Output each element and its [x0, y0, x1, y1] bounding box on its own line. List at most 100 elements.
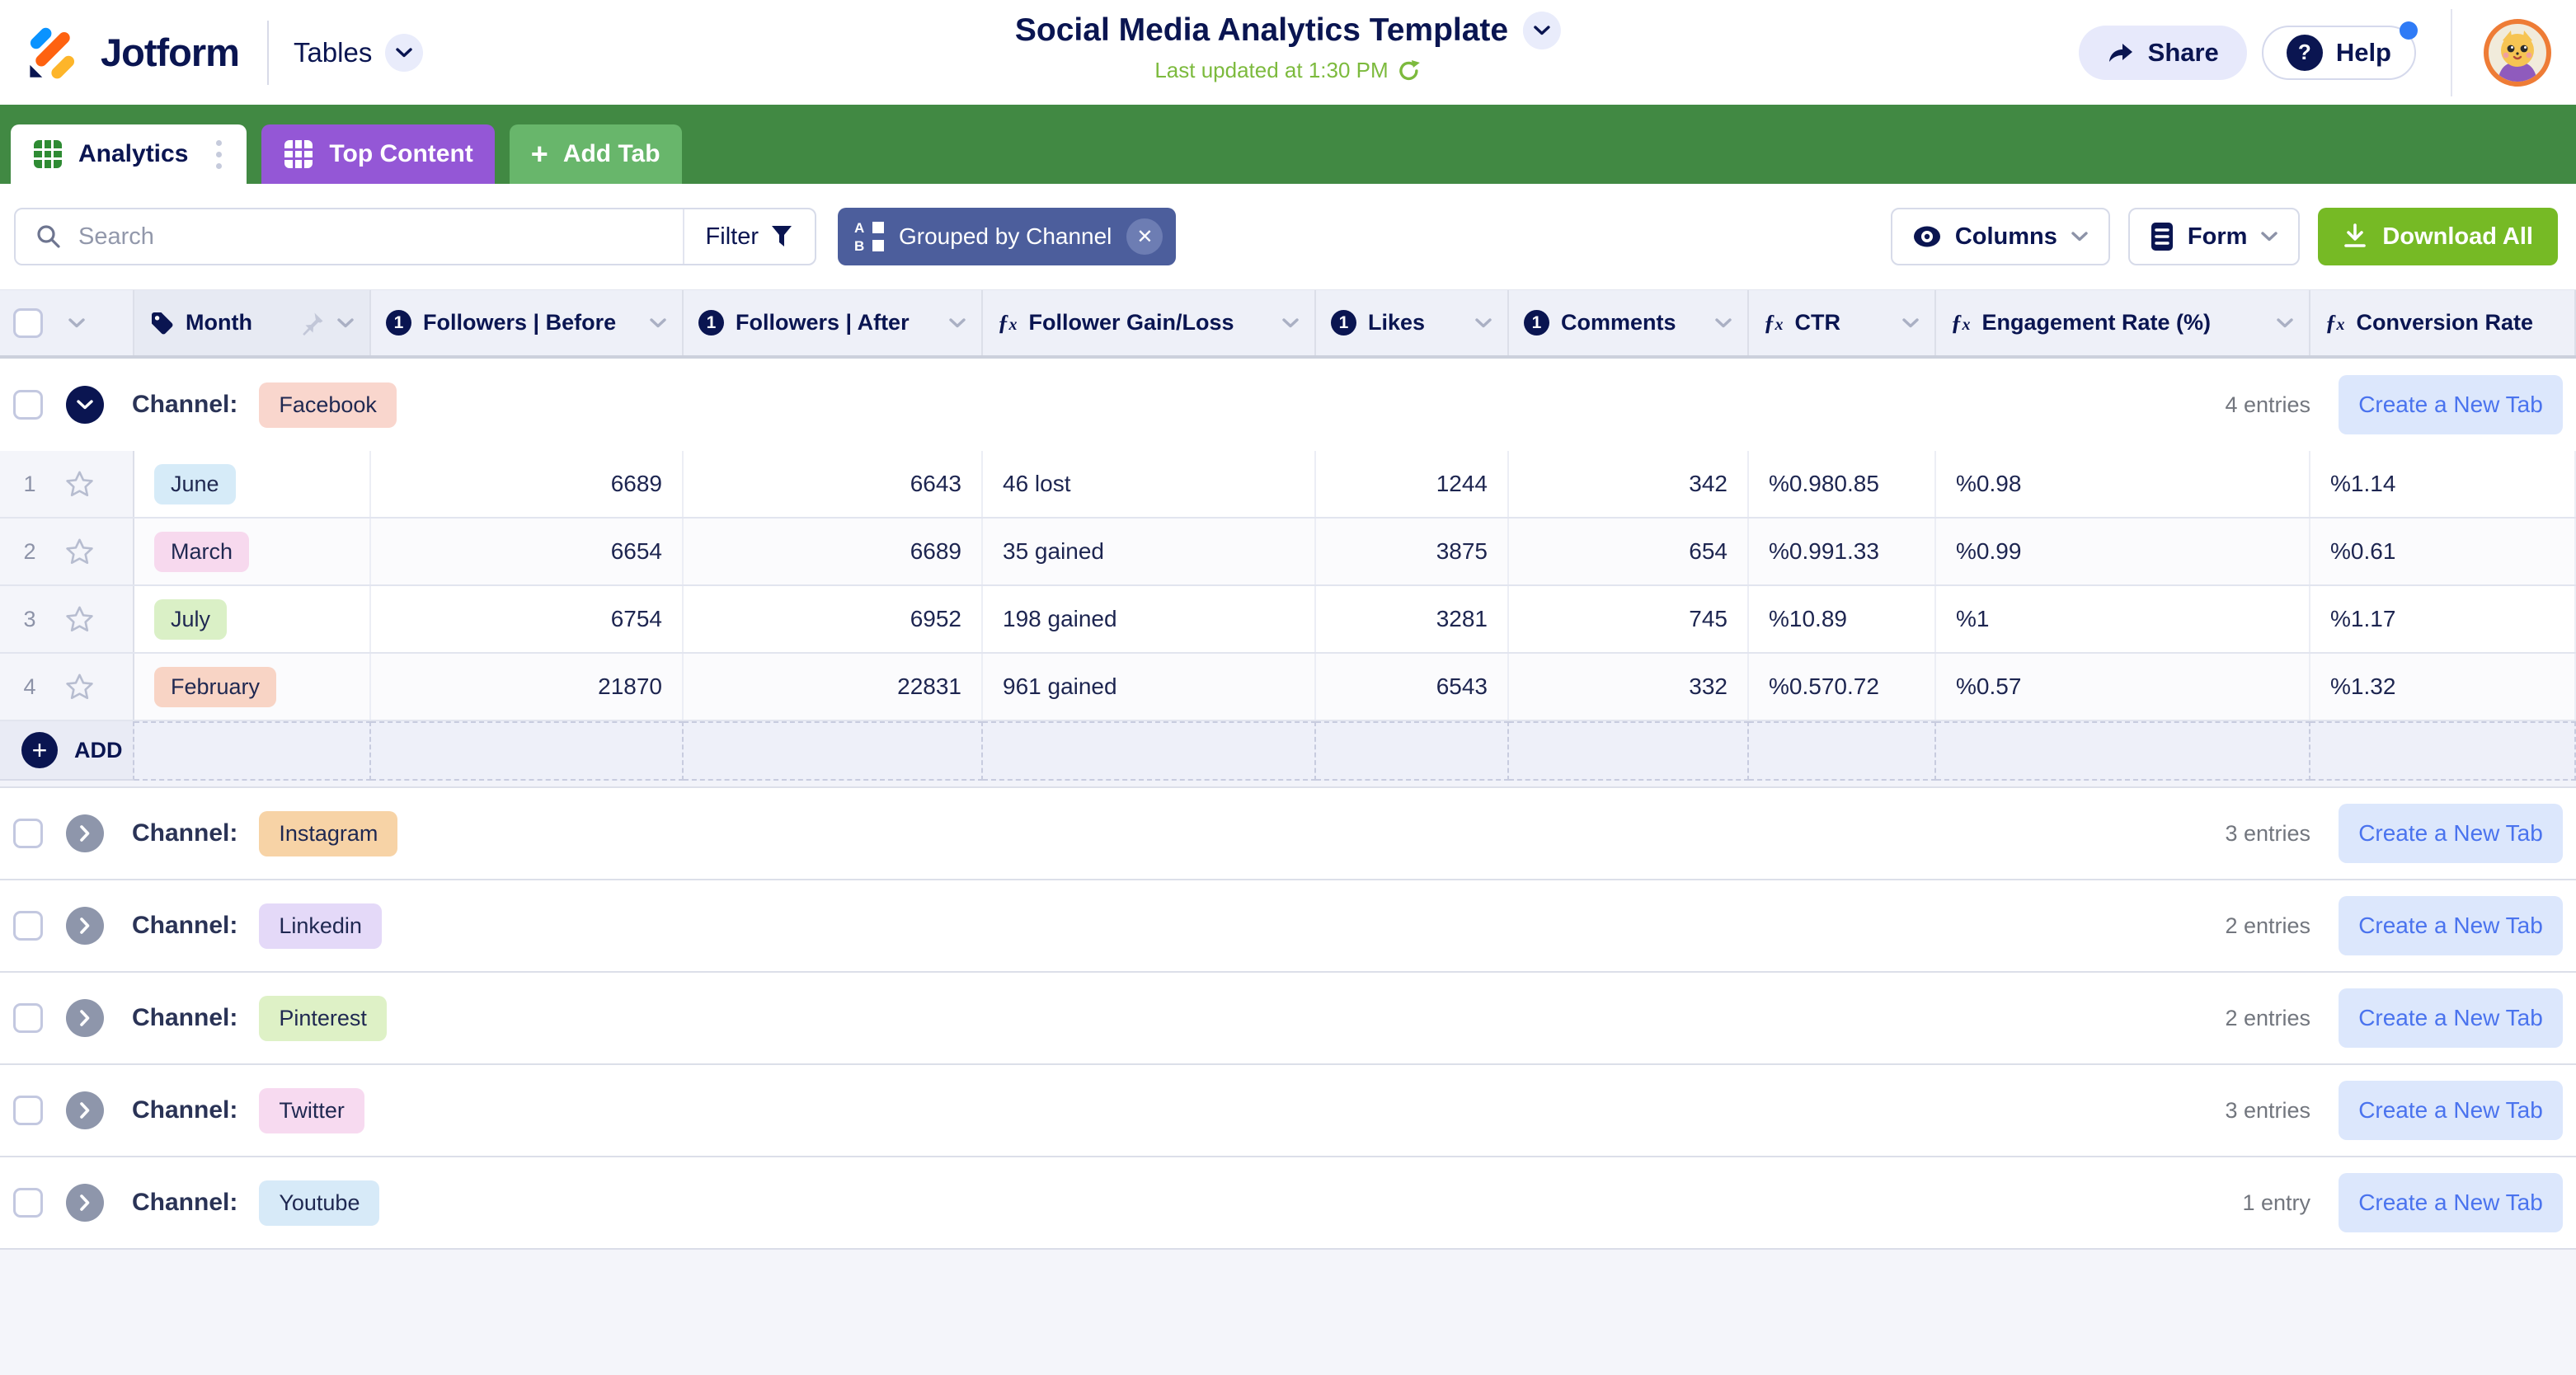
add-cell[interactable] [134, 721, 371, 781]
cell-month[interactable]: June [134, 451, 371, 517]
checkbox[interactable] [13, 819, 43, 848]
search-input[interactable] [78, 223, 683, 251]
cell-likes[interactable]: 1244 [1316, 451, 1509, 517]
cell-comments[interactable]: 654 [1509, 519, 1749, 584]
cell-followers_before[interactable]: 21870 [371, 654, 684, 720]
pin-icon[interactable] [300, 311, 325, 336]
cell-followers_before[interactable]: 6689 [371, 451, 684, 517]
create-new-tab-button[interactable]: Create a New Tab [2339, 1173, 2563, 1232]
cell-month[interactable]: February [134, 654, 371, 720]
group-expander[interactable] [66, 907, 104, 945]
create-new-tab-button[interactable]: Create a New Tab [2339, 988, 2563, 1048]
chip-close-icon[interactable]: ✕ [1126, 218, 1163, 255]
cell-ctr[interactable]: %0.980.85 [1749, 451, 1936, 517]
cell-followers_after[interactable]: 22831 [684, 654, 983, 720]
cell-ctr[interactable]: %0.991.33 [1749, 519, 1936, 584]
cell-followers_after[interactable]: 6952 [684, 586, 983, 652]
cell-ctr[interactable]: %10.89 [1749, 586, 1936, 652]
add-cell[interactable] [684, 721, 983, 781]
cell-engagement[interactable]: %1 [1936, 586, 2310, 652]
star-icon[interactable] [64, 672, 95, 702]
column-header-comments[interactable]: 1Comments [1509, 290, 1749, 355]
checkbox[interactable] [13, 390, 43, 420]
cell-comments[interactable]: 342 [1509, 451, 1749, 517]
add-cell[interactable] [1316, 721, 1509, 781]
checkbox[interactable] [13, 1003, 43, 1033]
column-header-followers-after[interactable]: 1Followers | After [684, 290, 983, 355]
column-header-likes[interactable]: 1Likes [1316, 290, 1509, 355]
grouped-by-chip[interactable]: A B Grouped by Channel ✕ [838, 208, 1176, 265]
add-cell[interactable] [371, 721, 684, 781]
column-header-ctr[interactable]: ƒxCTR [1749, 290, 1936, 355]
group-expander[interactable] [66, 386, 104, 424]
cell-conversion[interactable]: %1.32 [2310, 654, 2576, 720]
group-expander[interactable] [66, 1184, 104, 1222]
cell-comments[interactable]: 332 [1509, 654, 1749, 720]
columns-button[interactable]: Columns [1891, 208, 2110, 265]
cell-gain_loss[interactable]: 198 gained [983, 586, 1316, 652]
add-tab-button[interactable]: + Add Tab [510, 124, 682, 184]
create-new-tab-button[interactable]: Create a New Tab [2339, 375, 2563, 434]
add-cell[interactable] [1509, 721, 1749, 781]
checkbox[interactable] [13, 911, 43, 941]
cell-month[interactable]: July [134, 586, 371, 652]
jotform-logo[interactable]: Jotform [25, 25, 239, 81]
cell-gain_loss[interactable]: 961 gained [983, 654, 1316, 720]
cell-conversion[interactable]: %1.17 [2310, 586, 2576, 652]
checkbox[interactable] [13, 1188, 43, 1218]
checkbox[interactable] [13, 1096, 43, 1125]
cell-likes[interactable]: 6543 [1316, 654, 1509, 720]
share-button[interactable]: Share [2079, 26, 2247, 80]
create-new-tab-button[interactable]: Create a New Tab [2339, 1081, 2563, 1140]
column-header-follower-gain-loss[interactable]: ƒxFollower Gain/Loss [983, 290, 1316, 355]
tab-analytics[interactable]: Analytics [11, 124, 247, 184]
cell-engagement[interactable]: %0.98 [1936, 451, 2310, 517]
tab-top-content[interactable]: Top Content [261, 124, 494, 184]
column-header-conversion-rate[interactable]: ƒxConversion Rate [2310, 290, 2576, 355]
cell-gain_loss[interactable]: 46 lost [983, 451, 1316, 517]
cell-comments[interactable]: 745 [1509, 586, 1749, 652]
cell-followers_before[interactable]: 6654 [371, 519, 684, 584]
star-icon[interactable] [64, 604, 95, 635]
add-cell[interactable] [2310, 721, 2576, 781]
group-expander[interactable] [66, 814, 104, 852]
toolbar: Filter A B Grouped by Channel ✕ Columns … [0, 184, 2576, 289]
cell-followers_after[interactable]: 6689 [684, 519, 983, 584]
chevron-right-icon [79, 1194, 91, 1212]
cell-followers_before[interactable]: 6754 [371, 586, 684, 652]
cell-ctr[interactable]: %0.570.72 [1749, 654, 1936, 720]
refresh-icon[interactable] [1397, 59, 1422, 83]
cell-likes[interactable]: 3281 [1316, 586, 1509, 652]
download-all-button[interactable]: Download All [2318, 208, 2558, 265]
add-cell[interactable] [1936, 721, 2310, 781]
add-cell[interactable] [1749, 721, 1936, 781]
avatar[interactable] [2484, 19, 2551, 87]
add-entry-button[interactable]: +ADD [0, 721, 134, 781]
help-button[interactable]: ? Help [2262, 26, 2416, 80]
group-expander[interactable] [66, 1091, 104, 1129]
create-new-tab-button[interactable]: Create a New Tab [2339, 804, 2563, 863]
cell-conversion[interactable]: %1.14 [2310, 451, 2576, 517]
star-icon[interactable] [64, 537, 95, 567]
cell-month[interactable]: March [134, 519, 371, 584]
tab-options-kebab-icon[interactable] [213, 137, 225, 172]
star-icon[interactable] [64, 469, 95, 500]
cell-likes[interactable]: 3875 [1316, 519, 1509, 584]
cell-conversion[interactable]: %0.61 [2310, 519, 2576, 584]
cell-engagement[interactable]: %0.57 [1936, 654, 2310, 720]
cell-followers_after[interactable]: 6643 [684, 451, 983, 517]
filter-button[interactable]: Filter [683, 209, 815, 264]
product-switcher[interactable]: Tables [294, 34, 423, 72]
form-button[interactable]: Form [2128, 208, 2301, 265]
checkbox[interactable] [13, 308, 43, 338]
cell-engagement[interactable]: %0.99 [1936, 519, 2310, 584]
column-header-engagement-rate-[interactable]: ƒxEngagement Rate (%) [1936, 290, 2310, 355]
group-expander[interactable] [66, 999, 104, 1037]
product-chevron[interactable] [385, 34, 423, 72]
cell-gain_loss[interactable]: 35 gained [983, 519, 1316, 584]
column-header-month[interactable]: Month [134, 290, 371, 355]
create-new-tab-button[interactable]: Create a New Tab [2339, 896, 2563, 955]
add-cell[interactable] [983, 721, 1316, 781]
title-menu-chevron[interactable] [1523, 12, 1561, 49]
column-header-followers-before[interactable]: 1Followers | Before [371, 290, 684, 355]
